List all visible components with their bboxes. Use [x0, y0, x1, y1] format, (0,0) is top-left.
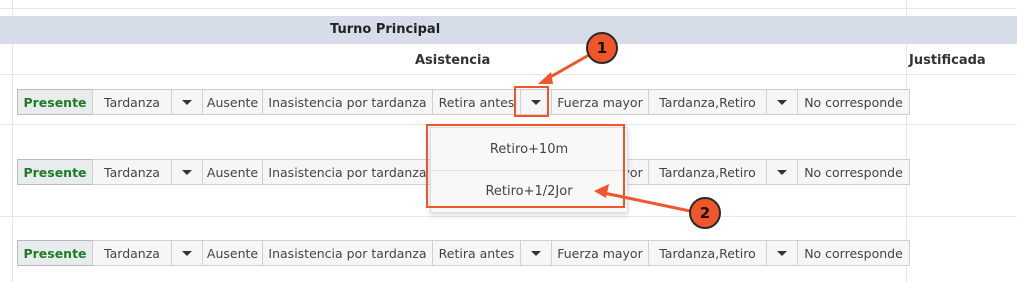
arrowhead	[538, 72, 553, 84]
annotation-arrows	[538, 53, 691, 213]
arrow-line	[603, 191, 691, 213]
arrowhead	[594, 184, 609, 198]
annotation-badge-1: 1	[586, 32, 618, 64]
annotation-badge-2: 2	[689, 197, 721, 229]
